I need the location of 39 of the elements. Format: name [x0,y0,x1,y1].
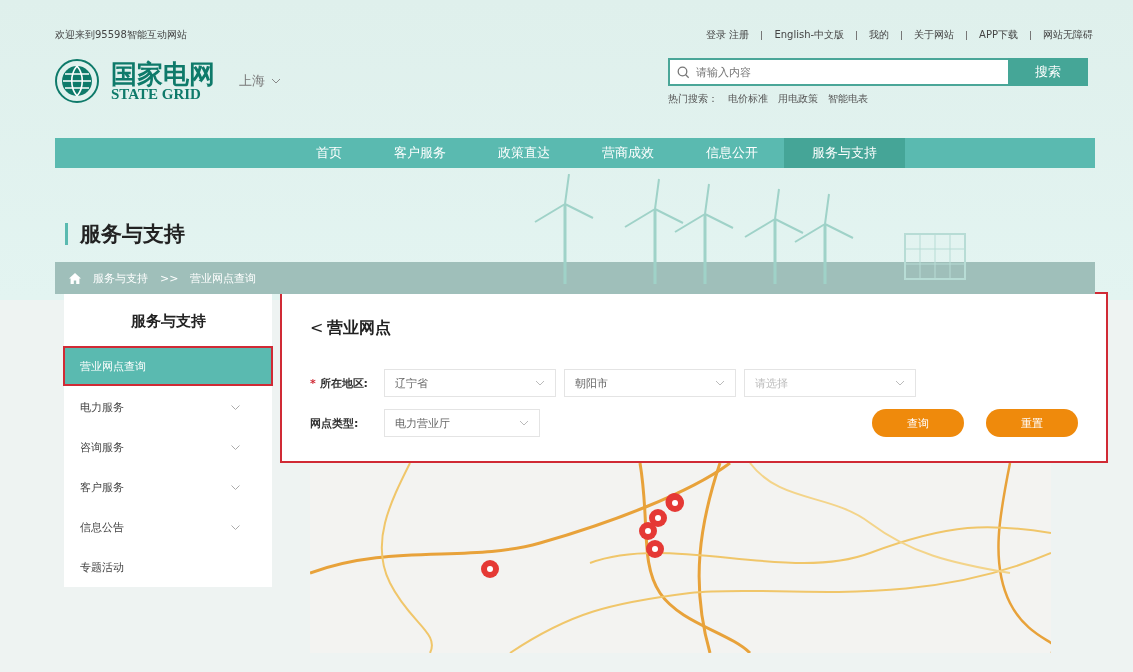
top-link[interactable]: 网站无障碍 [1043,28,1093,42]
top-link[interactable]: 登录 注册 [706,28,750,42]
hot-search-link[interactable]: 用电政策 [778,92,818,106]
chevron-down-icon [715,380,725,386]
sidebar-item[interactable]: 信息公告 [64,507,272,547]
welcome-text: 欢迎来到95598智能互动网站 [55,28,187,42]
region-select[interactable]: 辽宁省 [384,369,556,397]
breadcrumb-current: 营业网点查询 [190,270,257,286]
sidebar-item[interactable]: 客户服务 [64,467,272,507]
region-label: * 所在地区: [310,375,369,391]
globe-logo-icon [55,59,99,103]
logo-name: 国家电网 [111,60,215,87]
logo-name-english: STATE GRID [111,86,201,102]
top-link[interactable]: APP下载 [979,28,1018,42]
sidebar-item[interactable]: 电力服务 [64,387,272,427]
region-select[interactable]: 朝阳市 [564,369,736,397]
type-label: 网点类型: [310,415,360,431]
panel-title: 营业网点 [327,318,392,339]
top-link[interactable]: 我的 [869,28,890,42]
chevron-down-icon [895,380,905,386]
city-dropdown[interactable]: 上海 [233,71,287,91]
hot-search-link[interactable]: 电价标准 [728,92,768,106]
top-link[interactable]: 关于网站 [914,28,955,42]
hot-search-link[interactable]: 智能电表 [828,92,868,106]
top-link[interactable]: English-中文版 [774,28,845,42]
type-select[interactable]: 电力营业厅 [384,409,540,437]
sidebar-item[interactable]: 专题活动 [64,547,272,587]
hot-search-label: 热门搜索： [668,92,718,106]
sidebar-title: 服务与支持 [129,311,207,332]
chevron-down-icon [519,420,529,426]
chevron-down-icon [535,380,545,386]
sidebar-item[interactable]: 咨询服务 [64,427,272,467]
home-icon[interactable] [69,272,81,284]
search-icon [677,66,690,79]
page-title: 服务与支持 [80,221,185,248]
back-button[interactable]: < [310,318,324,339]
breadcrumb-separator: >> [160,271,179,285]
chevron-down-icon [271,78,281,84]
search-field[interactable]: 请输入内容 [668,58,1008,86]
